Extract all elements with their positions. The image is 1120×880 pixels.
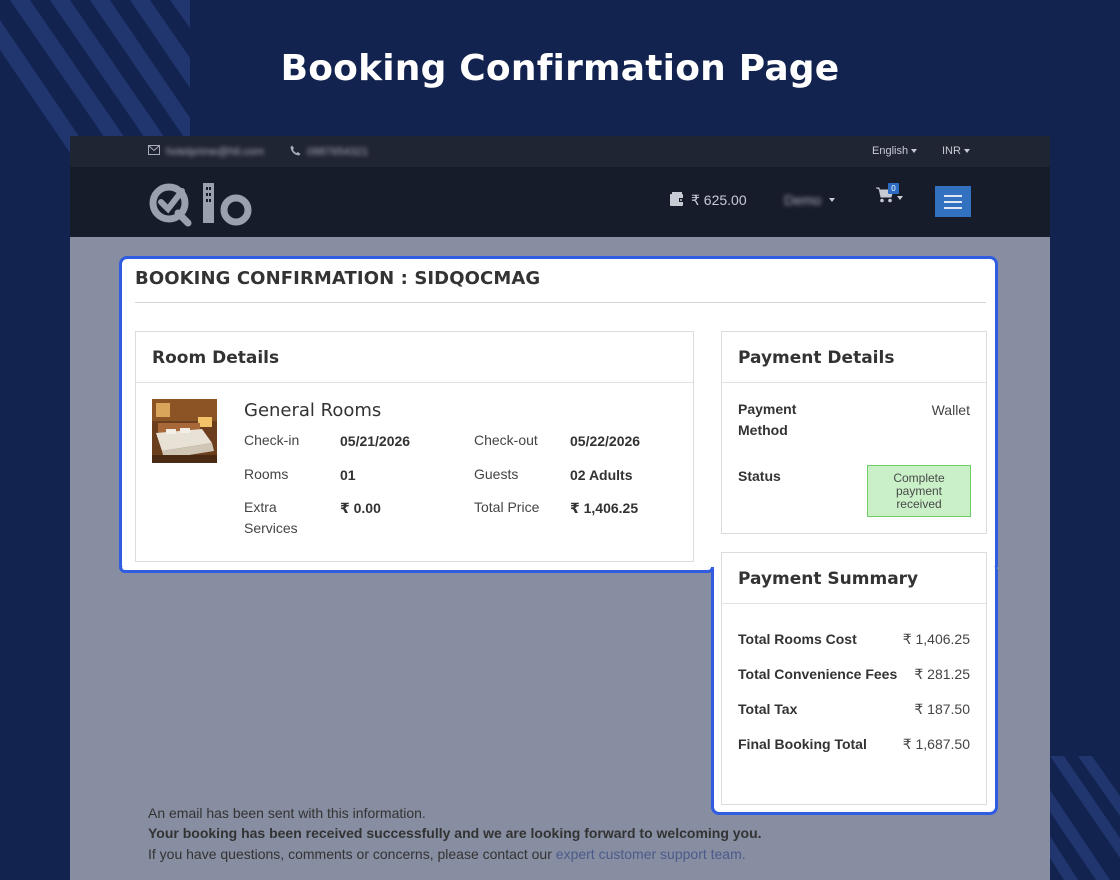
envelope-icon — [148, 145, 160, 158]
page-heading: Booking Confirmation Page — [280, 48, 840, 89]
currency-label: INR — [942, 145, 961, 157]
language-label: English — [872, 145, 909, 157]
summary-row-value: ₹ 1,406.25 — [902, 631, 970, 647]
summary-row-value: ₹ 1,687.50 — [902, 736, 970, 752]
user-name: Demo — [784, 192, 822, 208]
payment-method-value: Wallet — [931, 402, 970, 418]
support-team-link[interactable]: expert customer support team. — [556, 846, 746, 862]
rooms-value: 01 — [340, 467, 356, 483]
footer-email-note: An email has been sent with this informa… — [148, 805, 426, 821]
footer-success-note: Your booking has been received successfu… — [148, 825, 762, 841]
decorative-stripes-bottom-right — [1050, 756, 1120, 880]
status-line: received — [896, 497, 942, 511]
footer-support-note: If you have questions, comments or conce… — [148, 846, 746, 862]
top-contact-bar: hotelprime@htl.com 0987654321 English IN… — [70, 136, 1050, 167]
language-dropdown[interactable]: English — [872, 145, 918, 157]
room-details-card: Room Details General Rooms Check-in 05/2… — [135, 331, 694, 562]
card-divider — [722, 382, 986, 383]
caret-down-icon — [897, 195, 903, 200]
checkout-value: 05/22/2026 — [570, 433, 641, 449]
currency-dropdown[interactable]: INR — [942, 145, 970, 157]
card-divider — [136, 382, 693, 383]
booking-confirmation-title: BOOKING CONFIRMATION : SIDQOCMAG — [135, 268, 541, 289]
total-price-label: Total Price — [474, 499, 540, 515]
email-text: hotelprime@htl.com — [166, 145, 264, 158]
extra-label-line: Extra — [244, 499, 277, 515]
caret-down-icon — [911, 149, 918, 153]
summary-row-value: ₹ 281.25 — [914, 666, 970, 682]
payment-method-label: Payment Method — [738, 399, 796, 441]
payment-details-card: Payment Details Payment Method Wallet St… — [721, 331, 987, 534]
summary-row-label: Total Convenience Fees — [738, 666, 898, 682]
payment-method-label-line: Method — [738, 422, 788, 438]
highlight-bottom-edge — [119, 567, 714, 573]
card-divider — [722, 603, 986, 604]
checkout-label: Check-out — [474, 432, 538, 448]
menu-line — [944, 194, 962, 197]
extra-label-line: Services — [244, 520, 298, 536]
summary-row-label: Total Tax — [738, 701, 798, 717]
hamburger-menu-button[interactable] — [935, 186, 971, 217]
room-name: General Rooms — [244, 400, 382, 421]
contact-phone[interactable]: 0987654321 — [290, 145, 368, 159]
rooms-label: Rooms — [244, 466, 289, 482]
wallet-amount: ₹ 625.00 — [691, 192, 747, 208]
cart-count-badge: 0 — [888, 183, 899, 194]
payment-method-label-line: Payment — [738, 401, 797, 417]
wallet-balance[interactable]: ₹ 625.00 — [670, 192, 747, 209]
title-divider — [135, 302, 986, 303]
extra-services-label: Extra Services — [244, 497, 298, 539]
caret-down-icon — [829, 198, 836, 202]
wallet-icon — [670, 192, 685, 209]
caret-down-icon — [963, 149, 970, 153]
status-badge: Complete payment received — [867, 465, 971, 517]
total-price-value: ₹ 1,406.25 — [570, 500, 639, 516]
payment-summary-title: Payment Summary — [738, 569, 919, 589]
contact-email[interactable]: hotelprime@htl.com — [148, 145, 264, 158]
extra-services-value: ₹ 0.00 — [340, 500, 381, 516]
payment-summary-card: Payment Summary Total Rooms Cost ₹ 1,406… — [721, 552, 987, 805]
menu-line — [944, 200, 962, 203]
checkin-label: Check-in — [244, 432, 300, 448]
room-details-title: Room Details — [152, 348, 280, 368]
guests-value: 02 Adults — [570, 467, 633, 483]
status-label: Status — [738, 468, 781, 484]
summary-row-label: Final Booking Total — [738, 736, 867, 752]
menu-line — [944, 206, 962, 209]
phone-icon — [290, 145, 301, 159]
footer-support-prefix: If you have questions, comments or conce… — [148, 846, 556, 862]
main-navbar: ₹ 625.00 Demo 0 — [70, 167, 1050, 237]
cart-button[interactable]: 0 — [876, 183, 903, 208]
summary-row-value: ₹ 187.50 — [914, 701, 970, 717]
qlo-logo[interactable] — [148, 175, 258, 234]
phone-text: 0987654321 — [307, 146, 369, 158]
payment-details-title: Payment Details — [738, 348, 895, 368]
user-dropdown[interactable]: Demo — [784, 192, 836, 208]
guests-label: Guests — [474, 466, 519, 482]
summary-row-label: Total Rooms Cost — [738, 631, 857, 647]
checkin-value: 05/21/2026 — [340, 433, 411, 449]
room-thumbnail[interactable] — [152, 399, 217, 463]
